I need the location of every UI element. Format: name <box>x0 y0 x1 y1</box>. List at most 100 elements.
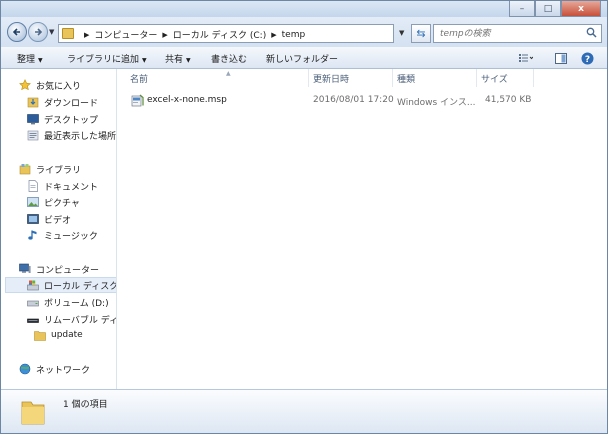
chevron-down-icon: ▼ <box>186 57 191 64</box>
svg-text:?: ? <box>584 54 589 64</box>
nav-removable-disk[interactable]: リムーバブル ディスク <box>27 311 117 327</box>
nav-update-folder-label: update <box>51 330 83 340</box>
document-icon <box>28 180 38 192</box>
file-name[interactable]: excel-x-none.msp <box>147 95 227 105</box>
burn-button[interactable]: 書き込む <box>211 52 247 65</box>
new-folder-button[interactable]: 新しいフォルダー <box>266 52 338 65</box>
nav-volume-d[interactable]: ボリューム (D:) <box>27 294 109 310</box>
file-size: 41,570 KB <box>485 95 532 105</box>
drive-icon <box>27 300 39 307</box>
column-header-modified[interactable]: 更新日時 <box>313 72 349 86</box>
breadcrumb-item-computer[interactable]: コンピューター <box>94 28 157 41</box>
address-history-dropdown[interactable]: ▼ <box>399 29 404 37</box>
arrow-left-icon <box>12 28 20 36</box>
nav-network[interactable]: ネットワーク <box>19 361 90 377</box>
view-options-button[interactable] <box>515 50 537 66</box>
breadcrumb-arrow-icon[interactable]: ▶ <box>271 31 276 39</box>
preview-pane-button[interactable] <box>553 50 569 66</box>
item-count: 1 個の項目 <box>63 400 108 410</box>
nav-documents[interactable]: ドキュメント <box>27 178 98 194</box>
command-bar: 整理 ▼ ライブラリに追加 ▼ 共有 ▼ 書き込む 新しいフォルダー ? <box>1 47 607 69</box>
nav-music-label: ミュージック <box>44 231 98 242</box>
chevron-down-icon: ▼ <box>142 57 147 64</box>
nav-music[interactable]: ミュージック <box>27 227 98 243</box>
star-icon <box>19 79 31 91</box>
file-list[interactable]: 名前 ▲ 更新日時 種類 サイズ excel-x-none.msp 2016/0… <box>118 69 607 389</box>
column-header-name[interactable]: 名前 ▲ <box>130 70 231 86</box>
nav-removable-disk-label: リムーバブル ディスク <box>44 315 117 326</box>
removable-drive-icon <box>27 318 39 323</box>
address-bar[interactable]: ▶ コンピューター ▶ ローカル ディスク (C:) ▶ temp <box>58 24 394 43</box>
add-to-library-label: ライブラリに追加 <box>67 55 140 65</box>
breadcrumb-item-local-disk[interactable]: ローカル ディスク (C:) <box>173 28 266 41</box>
folder-icon <box>21 401 45 425</box>
help-icon: ? <box>581 52 593 64</box>
preview-pane-icon <box>555 52 567 64</box>
help-button[interactable]: ? <box>579 50 595 66</box>
file-modified: 2016/08/01 17:20 <box>313 95 394 105</box>
breadcrumb-item-temp[interactable]: temp <box>282 30 306 40</box>
nav-computer[interactable]: コンピューター <box>19 261 99 277</box>
chevron-down-icon: ▼ <box>38 57 43 64</box>
add-to-library-menu[interactable]: ライブラリに追加 ▼ <box>67 52 147 65</box>
column-divider[interactable] <box>392 69 393 87</box>
maximize-button[interactable]: □ <box>535 1 561 17</box>
column-divider[interactable] <box>308 69 309 87</box>
nav-local-disk[interactable]: ローカル ディスク (C:) <box>5 277 117 293</box>
nav-network-label: ネットワーク <box>36 365 91 376</box>
nav-documents-label: ドキュメント <box>44 182 99 193</box>
nav-favorites-label: お気に入り <box>36 81 82 92</box>
title-bar[interactable]: – □ x <box>1 1 607 17</box>
computer-icon <box>19 263 31 273</box>
search-input[interactable] <box>434 25 584 42</box>
nav-recent-places-label: 最近表示した場所 <box>44 131 117 142</box>
file-row[interactable]: excel-x-none.msp 2016/08/01 17:20 Window… <box>118 93 607 109</box>
video-icon <box>27 214 39 224</box>
nav-libraries[interactable]: ライブラリ <box>19 161 81 177</box>
nav-desktop-label: デスクトップ <box>44 115 99 126</box>
installer-file-icon <box>131 94 144 107</box>
back-button[interactable] <box>7 22 27 42</box>
nav-pictures-label: ピクチャ <box>44 198 80 209</box>
column-header-size[interactable]: サイズ <box>481 72 508 86</box>
close-button[interactable]: x <box>561 1 601 17</box>
folder-icon <box>62 28 74 39</box>
column-header-type[interactable]: 種類 <box>397 72 415 86</box>
nav-pictures[interactable]: ピクチャ <box>27 194 80 210</box>
search-box[interactable] <box>433 24 602 43</box>
organize-menu[interactable]: 整理 ▼ <box>17 52 43 65</box>
refresh-button[interactable]: ⇆ <box>411 24 431 43</box>
network-icon <box>19 363 31 375</box>
explorer-window: – □ x ▼ ▶ コンピューター ▶ ローカル ディスク (C:) ▶ tem… <box>0 0 608 434</box>
nav-local-disk-label: ローカル ディスク (C:) <box>44 281 117 292</box>
nav-downloads[interactable]: ダウンロード <box>27 94 98 110</box>
nav-downloads-label: ダウンロード <box>44 98 99 109</box>
minimize-button[interactable]: – <box>509 1 535 17</box>
nav-videos[interactable]: ビデオ <box>27 211 71 227</box>
downloads-folder-icon <box>27 97 39 108</box>
drive-icon <box>27 280 39 291</box>
breadcrumb: ▶ コンピューター ▶ ローカル ディスク (C:) ▶ temp <box>79 28 306 42</box>
nav-desktop[interactable]: デスクトップ <box>27 111 98 127</box>
window-controls: – □ x <box>509 1 601 17</box>
breadcrumb-arrow-icon[interactable]: ▶ <box>162 31 167 39</box>
recent-places-icon <box>27 130 39 141</box>
details-pane: 1 個の項目 <box>1 389 607 433</box>
file-type: Windows インス... <box>397 98 476 108</box>
column-divider[interactable] <box>476 69 477 87</box>
address-row: ▼ ▶ コンピューター ▶ ローカル ディスク (C:) ▶ temp ▼ ⇆ <box>1 17 607 47</box>
nav-update-folder[interactable]: update <box>34 327 83 343</box>
column-divider[interactable] <box>533 69 534 87</box>
nav-favorites[interactable]: お気に入り <box>19 77 81 93</box>
nav-recent-places[interactable]: 最近表示した場所 <box>27 127 116 143</box>
share-menu[interactable]: 共有 ▼ <box>165 52 191 65</box>
nav-videos-label: ビデオ <box>44 215 72 226</box>
navigation-pane[interactable]: お気に入り ダウンロード デスクトップ 最近表示した場所 ライブラリ ドキュメン… <box>1 69 117 389</box>
breadcrumb-arrow-icon[interactable]: ▶ <box>84 31 89 39</box>
libraries-icon <box>19 164 31 175</box>
search-icon[interactable] <box>586 27 597 38</box>
recent-pages-dropdown[interactable]: ▼ <box>49 28 54 36</box>
forward-button[interactable] <box>28 22 48 42</box>
nav-computer-label: コンピューター <box>36 265 100 276</box>
organize-label: 整理 <box>17 55 36 65</box>
